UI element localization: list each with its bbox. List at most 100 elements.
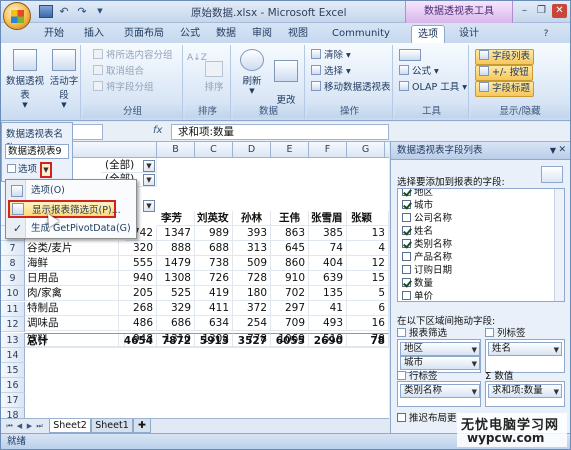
data-cell[interactable]: 509 — [233, 256, 271, 271]
row-header[interactable]: 14 — [1, 348, 25, 363]
row-header[interactable]: 10 — [1, 286, 25, 301]
data-cell[interactable]: 41 — [309, 301, 347, 316]
sort-button[interactable]: 排序 — [199, 59, 229, 93]
total-cell[interactable]: 5913 — [195, 333, 233, 348]
column-header[interactable]: E — [271, 142, 309, 158]
formula-input[interactable]: 求和项:数量 — [171, 124, 389, 140]
data-cell[interactable]: 268 — [119, 301, 157, 316]
column-field-pill[interactable]: 姓名 ▼ — [488, 342, 562, 356]
column-header[interactable]: F — [309, 142, 347, 158]
data-cell[interactable]: 404 — [309, 256, 347, 271]
data-cell[interactable]: 940 — [119, 271, 157, 286]
office-button[interactable] — [3, 2, 31, 30]
column-header[interactable]: G — [347, 142, 385, 158]
field-list-scrollbar[interactable] — [554, 189, 564, 301]
plus-minus-button[interactable]: +/- 按钮 — [475, 65, 533, 81]
undo-icon[interactable]: ↶ — [57, 5, 71, 18]
data-cell[interactable]: 728 — [233, 271, 271, 286]
data-cell[interactable]: 688 — [195, 241, 233, 256]
row-header[interactable]: 7 — [1, 241, 25, 256]
pivotchart-button[interactable] — [399, 49, 424, 65]
row-header[interactable]: 8 — [1, 256, 25, 271]
data-cell[interactable]: 1479 — [157, 256, 195, 271]
tab-home[interactable]: 开始 — [37, 25, 71, 43]
data-cell[interactable]: 13 — [347, 226, 389, 241]
tab-options[interactable]: 选项 — [411, 25, 445, 43]
first-sheet-icon[interactable]: ⏮ — [5, 421, 14, 431]
prev-sheet-icon[interactable]: ◀ — [15, 421, 24, 431]
fx-icon[interactable]: fx — [153, 125, 162, 136]
column-label-dropdown-icon[interactable]: ▼ — [143, 200, 155, 212]
data-cell[interactable]: 645 — [271, 241, 309, 256]
data-cell[interactable]: 393 — [233, 226, 271, 241]
row-header[interactable]: 16 — [1, 378, 25, 393]
row-field-pill[interactable]: 类别名称 ▼ — [400, 384, 480, 398]
pane-close-icon[interactable]: ✕ — [558, 145, 566, 155]
data-cell[interactable]: 411 — [195, 301, 233, 316]
last-sheet-icon[interactable]: ⏭ — [35, 421, 44, 431]
data-cell[interactable]: 135 — [309, 286, 347, 301]
data-cell[interactable]: 372 — [233, 301, 271, 316]
data-cell[interactable]: 738 — [195, 256, 233, 271]
field-list-button[interactable]: 字段列表 — [475, 49, 535, 65]
data-cell[interactable]: 329 — [157, 301, 195, 316]
field-item[interactable]: 姓名 — [402, 225, 433, 238]
column-header[interactable]: B — [157, 142, 195, 158]
data-cell[interactable]: 12 — [347, 256, 389, 271]
data-cell[interactable]: 989 — [195, 226, 233, 241]
data-cell[interactable]: 6 — [347, 301, 389, 316]
data-cell[interactable]: 16 — [347, 316, 389, 331]
group-field-button[interactable]: 将字段分组 — [93, 81, 154, 95]
field-headers-button[interactable]: 字段标题 — [475, 81, 535, 97]
filter-field-pill[interactable]: 地区 ▼ — [400, 342, 480, 356]
field-item[interactable]: 单价 — [402, 290, 433, 301]
field-item[interactable]: 城市 — [402, 199, 433, 212]
defer-checkbox[interactable] — [397, 413, 406, 422]
layout-options-button[interactable] — [541, 166, 563, 183]
field-checkbox[interactable] — [402, 291, 411, 300]
field-checkbox[interactable] — [402, 239, 411, 248]
olap-tools-button[interactable]: OLAP 工具 ▾ — [399, 81, 467, 95]
values-drop-area[interactable]: 求和项:数量 ▼ — [485, 381, 565, 407]
data-cell[interactable]: 1308 — [157, 271, 195, 286]
row-header[interactable]: 9 — [1, 271, 25, 286]
data-cell[interactable]: 860 — [271, 256, 309, 271]
sheet-tab-sheet2[interactable]: Sheet2 — [49, 419, 91, 433]
move-pivottable-button[interactable]: 移动数据透视表 — [311, 81, 391, 95]
tab-review[interactable]: 审阅 — [247, 25, 277, 43]
defer-layout-update[interactable]: 推迟布局更 — [397, 410, 457, 424]
column-header[interactable] — [385, 142, 389, 158]
row-header[interactable]: 15 — [1, 363, 25, 378]
options-dropdown-arrow[interactable]: ▼ — [40, 162, 52, 178]
field-item[interactable]: 产品名称 — [402, 251, 452, 264]
filter-dropdown-icon[interactable]: ▼ — [143, 174, 155, 186]
total-cell[interactable]: 2690 — [309, 333, 347, 348]
tab-insert[interactable]: 插入 — [77, 25, 111, 43]
data-cell[interactable]: 555 — [119, 256, 157, 271]
clear-button[interactable]: 清除 ▾ — [311, 49, 351, 63]
field-item[interactable]: 订购日期 — [402, 264, 452, 277]
tab-view[interactable]: 视图 — [283, 25, 313, 43]
column-header[interactable]: D — [233, 142, 271, 158]
refresh-button[interactable]: 刷新 ▼ — [237, 47, 267, 95]
help-icon[interactable]: ? — [539, 25, 553, 43]
next-sheet-icon[interactable]: ▶ — [25, 421, 34, 431]
field-item[interactable]: 公司名称 — [402, 212, 452, 225]
total-cell[interactable]: 78 — [347, 333, 389, 348]
data-cell[interactable]: 15 — [347, 271, 389, 286]
field-item[interactable]: 地区 — [402, 189, 433, 199]
field-checkbox[interactable] — [402, 189, 411, 196]
data-cell[interactable]: 634 — [195, 316, 233, 331]
qat-customize-icon[interactable]: ▼ — [93, 5, 107, 18]
value-field-pill[interactable]: 求和项:数量 ▼ — [488, 384, 562, 398]
data-cell[interactable]: 639 — [309, 271, 347, 286]
data-cell[interactable]: 709 — [271, 316, 309, 331]
field-checkbox[interactable] — [402, 226, 411, 235]
total-cell[interactable]: 6055 — [271, 333, 309, 348]
field-item[interactable]: 数量 — [402, 277, 433, 290]
data-cell[interactable]: 888 — [157, 241, 195, 256]
sheet-tab-sheet1[interactable]: Sheet1 — [91, 419, 133, 433]
tab-community-clips[interactable]: Community Clips — [319, 25, 403, 57]
tab-data[interactable]: 数据 — [211, 25, 241, 43]
data-cell[interactable]: 5 — [347, 286, 389, 301]
